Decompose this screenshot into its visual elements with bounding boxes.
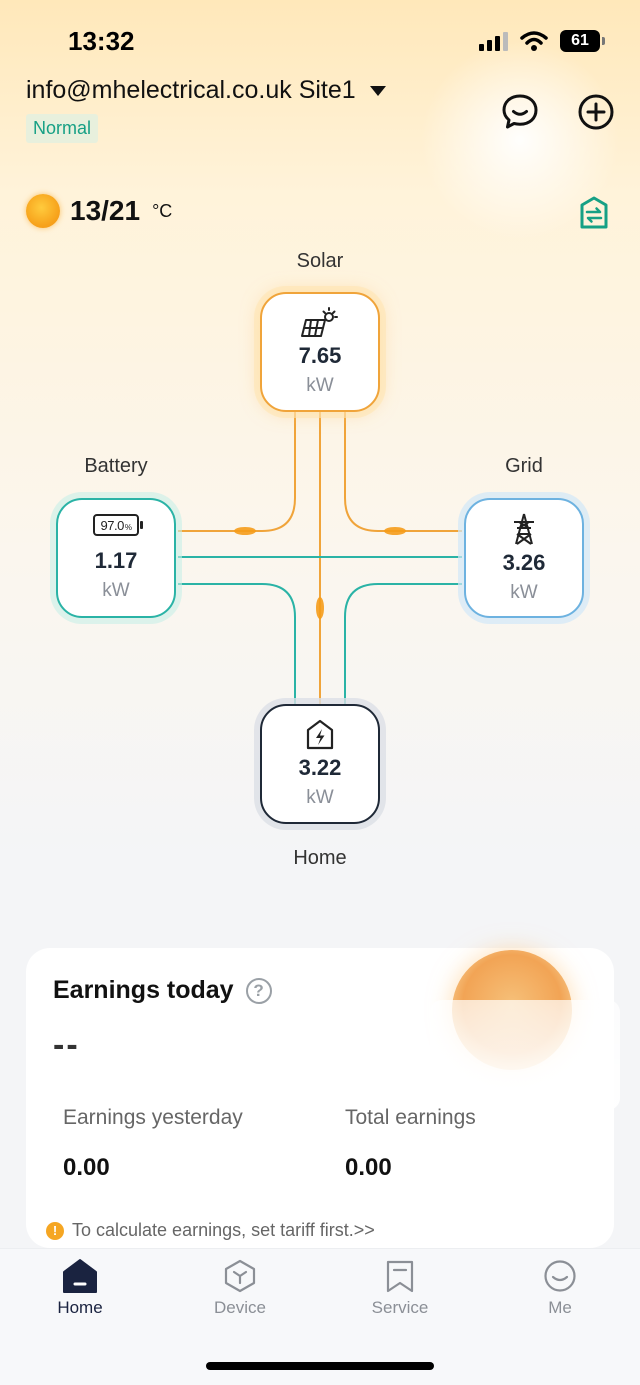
earnings-today-value: -- <box>53 1026 80 1064</box>
grid-node[interactable]: 3.26 kW <box>464 498 584 618</box>
weather-summary: 13/21 °C <box>26 194 172 228</box>
add-button[interactable] <box>576 92 616 132</box>
tab-home[interactable]: Home <box>20 1258 140 1318</box>
tab-device-label: Device <box>214 1298 266 1317</box>
sun-icon <box>26 194 60 228</box>
wifi-icon <box>520 31 548 51</box>
earnings-title-text: Earnings today <box>53 976 234 1004</box>
card-overlay <box>430 1000 620 1110</box>
warning-icon: ! <box>46 1221 64 1240</box>
status-icons: 61 <box>479 30 605 52</box>
home-power-unit: kW <box>306 787 334 808</box>
solar-power-unit: kW <box>306 375 334 396</box>
solar-label: Solar <box>296 250 344 272</box>
smiley-icon <box>544 1260 576 1292</box>
tariff-note-text: To calculate earnings, set tariff first.… <box>72 1220 375 1240</box>
home-energy-icon <box>306 719 334 750</box>
grid-power-value: 3.26 <box>502 550 546 575</box>
device-icon <box>224 1259 256 1293</box>
earnings-title: Earnings today ? <box>53 976 272 1005</box>
power-pylon-icon <box>514 513 534 545</box>
status-time: 13:32 <box>68 26 135 56</box>
cellular-signal-icon <box>479 31 508 51</box>
tab-me[interactable]: Me <box>500 1258 620 1318</box>
grid-power-unit: kW <box>510 582 538 603</box>
site-name: info@mhelectrical.co.uk Site1 <box>26 76 356 104</box>
solar-power-value: 7.65 <box>298 343 342 368</box>
temperature-unit: °C <box>152 200 173 221</box>
home-label: Home <box>293 847 347 869</box>
grid-label: Grid <box>505 455 543 477</box>
total-earnings-label: Total earnings <box>345 1106 476 1129</box>
site-selector[interactable]: info@mhelectrical.co.uk Site1 <box>26 76 386 105</box>
battery-power-unit: kW <box>102 580 130 601</box>
battery-node[interactable]: 97.0% 1.17 kW <box>56 498 176 618</box>
chat-button[interactable] <box>500 92 540 132</box>
bookmark-icon <box>386 1260 414 1293</box>
solar-node[interactable]: 7.65 kW <box>260 292 380 412</box>
tab-home-label: Home <box>57 1298 103 1317</box>
status-badge: Normal <box>26 114 99 143</box>
home-icon <box>63 1259 97 1293</box>
help-icon[interactable]: ? <box>245 977 272 1004</box>
earnings-yesterday-label: Earnings yesterday <box>63 1106 243 1129</box>
battery-status-icon: 61 <box>560 30 605 52</box>
plus-circle-icon <box>578 94 614 130</box>
solar-panel-icon <box>301 307 338 337</box>
tab-service[interactable]: Service <box>340 1258 460 1318</box>
total-earnings-value: 0.00 <box>345 1154 392 1181</box>
chat-bubble-icon <box>502 94 538 129</box>
tab-me-label: Me <box>548 1298 572 1317</box>
battery-power-value: 1.17 <box>94 548 138 573</box>
home-power-value: 3.22 <box>298 755 342 780</box>
chevron-down-icon <box>369 85 386 96</box>
battery-level-icon: 97.0% <box>93 514 143 536</box>
home-indicator <box>206 1362 434 1370</box>
tab-device[interactable]: Device <box>180 1258 300 1318</box>
battery-label: Battery <box>84 455 148 477</box>
battery-soc-unit: % <box>124 522 132 532</box>
temperature-range: 13/21 <box>70 195 141 226</box>
switch-view-icon[interactable] <box>576 195 612 231</box>
earnings-yesterday-value: 0.00 <box>63 1154 110 1181</box>
set-tariff-link[interactable]: ! To calculate earnings, set tariff firs… <box>46 1220 375 1241</box>
battery-soc: 97.0 <box>100 517 125 533</box>
home-node[interactable]: 3.22 kW <box>260 704 380 824</box>
tab-service-label: Service <box>371 1298 429 1317</box>
